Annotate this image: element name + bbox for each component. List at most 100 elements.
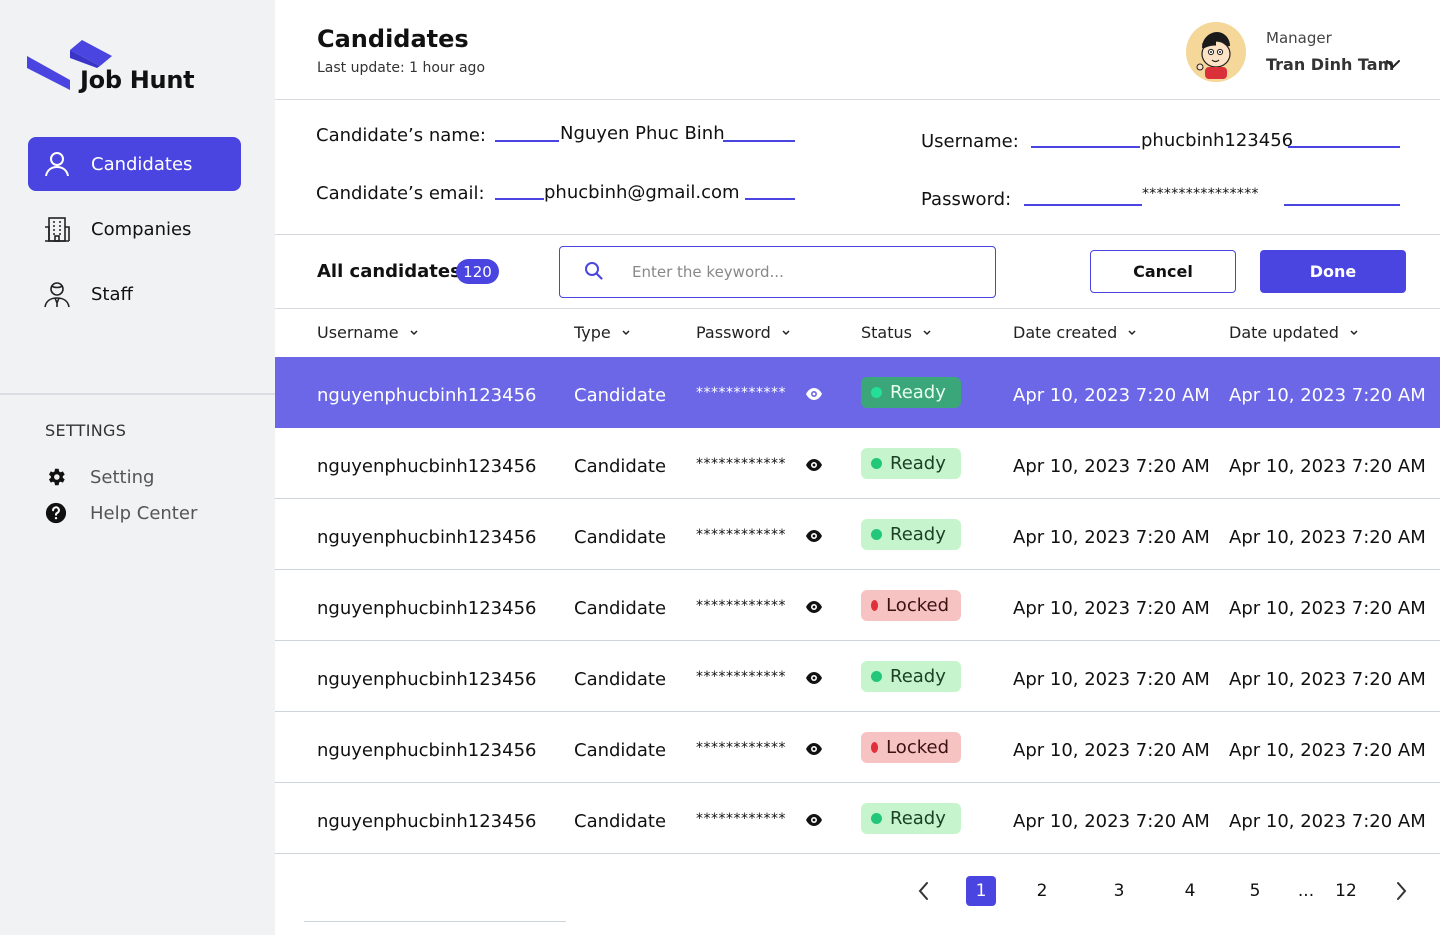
- logo[interactable]: Job Hunt: [27, 38, 207, 98]
- sidebar-item-staff[interactable]: Staff: [28, 267, 241, 321]
- user-icon: [42, 149, 72, 179]
- underline: [1024, 204, 1142, 206]
- status-label: Ready: [890, 453, 946, 474]
- status-label: Ready: [890, 808, 946, 829]
- cell-type: Candidate: [574, 669, 667, 690]
- table-row[interactable]: nguyenphucbinh123456 Candidate *********…: [275, 499, 1440, 570]
- page-button-3[interactable]: 3: [1104, 876, 1134, 906]
- status-dot: [871, 813, 882, 824]
- candidate-name-label: Candidate’s name:: [316, 125, 486, 146]
- cell-password: ************: [696, 527, 786, 543]
- page-button-2[interactable]: 2: [1027, 876, 1057, 906]
- cell-type: Candidate: [574, 456, 667, 477]
- password-label: Password:: [921, 189, 1012, 210]
- table-row[interactable]: nguyenphucbinh123456 Candidate *********…: [275, 641, 1440, 712]
- column-header-label: Date updated: [1229, 323, 1339, 342]
- table-row[interactable]: nguyenphucbinh123456 Candidate *********…: [275, 712, 1440, 783]
- status-dot: [871, 529, 882, 540]
- column-header-status[interactable]: Status: [861, 323, 932, 342]
- page-button-5[interactable]: 5: [1240, 876, 1270, 906]
- cell-username: nguyenphucbinh123456: [317, 740, 537, 761]
- status-badge: Locked: [861, 732, 961, 763]
- avatar[interactable]: [1186, 22, 1246, 82]
- search-box[interactable]: [559, 246, 996, 298]
- chevron-down-icon[interactable]: [1384, 56, 1402, 75]
- status-badge: Ready: [861, 448, 961, 479]
- eye-icon[interactable]: [805, 812, 823, 831]
- password-field[interactable]: ****************: [1142, 186, 1259, 202]
- column-header-password[interactable]: Password: [696, 323, 791, 342]
- column-header-type[interactable]: Type: [574, 323, 631, 342]
- chevron-down-icon: [621, 329, 631, 337]
- page-button-4[interactable]: 4: [1175, 876, 1205, 906]
- form-divider: [275, 234, 1440, 235]
- chevron-right-icon: [1397, 882, 1407, 900]
- cell-date-updated: Apr 10, 2023 7:20 AM: [1229, 598, 1426, 619]
- username-field[interactable]: phucbinh123456: [1141, 130, 1293, 151]
- candidate-email-field[interactable]: phucbinh@gmail.com: [544, 182, 740, 203]
- eye-icon[interactable]: [805, 528, 823, 547]
- sidebar-item-setting[interactable]: Setting: [44, 465, 154, 489]
- cell-date-updated: Apr 10, 2023 7:20 AM: [1229, 385, 1426, 406]
- eye-icon[interactable]: [805, 599, 823, 618]
- settings-section-title: SETTINGS: [45, 421, 127, 440]
- cell-username: nguyenphucbinh123456: [317, 811, 537, 832]
- cell-date-created: Apr 10, 2023 7:20 AM: [1013, 527, 1210, 548]
- table-row[interactable]: nguyenphucbinh123456 Candidate *********…: [275, 428, 1440, 499]
- cell-username: nguyenphucbinh123456: [317, 456, 537, 477]
- eye-icon[interactable]: [805, 741, 823, 760]
- done-button[interactable]: Done: [1260, 250, 1406, 293]
- cell-password: ************: [696, 669, 786, 685]
- underline: [495, 140, 559, 142]
- status-dot: [871, 387, 882, 398]
- prev-page-button[interactable]: [912, 876, 936, 906]
- page-button-1[interactable]: 1: [966, 876, 996, 906]
- eye-icon[interactable]: [805, 457, 823, 476]
- eye-icon[interactable]: [805, 386, 823, 405]
- sidebar-item-help-center[interactable]: Help Center: [44, 501, 197, 525]
- cell-date-created: Apr 10, 2023 7:20 AM: [1013, 385, 1210, 406]
- cell-type: Candidate: [574, 598, 667, 619]
- chevron-down-icon: [781, 329, 791, 337]
- cell-date-created: Apr 10, 2023 7:20 AM: [1013, 598, 1210, 619]
- bottom-divider: [304, 921, 566, 922]
- cancel-button[interactable]: Cancel: [1090, 250, 1236, 293]
- status-dot: [871, 600, 879, 611]
- underline: [723, 140, 795, 142]
- table-row[interactable]: nguyenphucbinh123456 Candidate *********…: [275, 570, 1440, 641]
- column-header-label: Password: [696, 323, 771, 342]
- sidebar: Job Hunt Candidates Companies Staff SETT…: [0, 0, 275, 935]
- help-icon: [44, 501, 68, 525]
- cell-password: ************: [696, 598, 786, 614]
- table-row[interactable]: nguyenphucbinh123456 Candidate *********…: [275, 357, 1440, 428]
- cell-password: ************: [696, 811, 786, 827]
- next-page-button[interactable]: [1389, 876, 1413, 906]
- candidate-name-field[interactable]: Nguyen Phuc Binh: [560, 123, 725, 144]
- cell-username: nguyenphucbinh123456: [317, 385, 537, 406]
- sidebar-item-companies[interactable]: Companies: [28, 202, 241, 256]
- cell-type: Candidate: [574, 811, 667, 832]
- column-header-date-created[interactable]: Date created: [1013, 323, 1137, 342]
- column-header-username[interactable]: Username: [317, 323, 419, 342]
- sidebar-item-candidates[interactable]: Candidates: [28, 137, 241, 191]
- column-header-label: Username: [317, 323, 399, 342]
- column-header-date-updated[interactable]: Date updated: [1229, 323, 1359, 342]
- cell-date-updated: Apr 10, 2023 7:20 AM: [1229, 527, 1426, 548]
- cell-password: ************: [696, 385, 786, 401]
- cell-password: ************: [696, 456, 786, 472]
- table-row[interactable]: nguyenphucbinh123456 Candidate *********…: [275, 783, 1440, 854]
- search-input[interactable]: [632, 259, 972, 285]
- sidebar-item-label: Staff: [91, 283, 133, 305]
- toolbar-divider: [275, 308, 1440, 309]
- search-icon: [584, 261, 604, 285]
- page-button-12[interactable]: 12: [1331, 876, 1361, 906]
- status-badge: Locked: [861, 590, 961, 621]
- status-badge: Ready: [861, 803, 961, 834]
- cell-date-updated: Apr 10, 2023 7:20 AM: [1229, 456, 1426, 477]
- eye-icon[interactable]: [805, 670, 823, 689]
- status-label: Locked: [886, 737, 949, 758]
- chevron-down-icon: [1349, 329, 1359, 337]
- user-name[interactable]: Tran Dinh Tam: [1266, 55, 1394, 74]
- gear-icon: [44, 465, 68, 489]
- cell-type: Candidate: [574, 527, 667, 548]
